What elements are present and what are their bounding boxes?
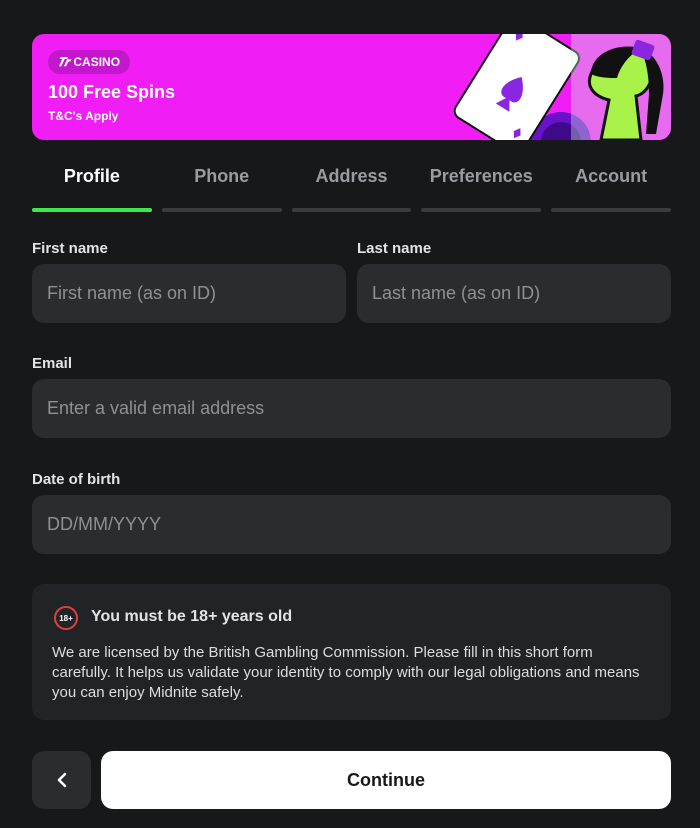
first-name-input[interactable] [32, 264, 346, 323]
casino-illustration [453, 34, 671, 140]
first-name-label: First name [32, 240, 108, 257]
promo-banner[interactable]: 𝑻𝒓 CASINO 100 Free Spins T&C's Apply [32, 34, 671, 140]
chevron-left-icon [57, 772, 66, 788]
notice-title: You must be 18+ years old [91, 608, 293, 625]
tab-indicator [421, 208, 542, 212]
banner-title: 100 Free Spins [48, 82, 176, 102]
continue-button[interactable]: Continue [101, 751, 671, 809]
age-restriction-icon: 18+ [54, 606, 78, 630]
step-tabs: Profile Phone Address Preferences Accoun… [32, 156, 671, 214]
banner-terms: T&C's Apply [48, 109, 119, 123]
age-notice: 18+ You must be 18+ years old We are lic… [32, 584, 671, 720]
tab-account[interactable]: Account [551, 156, 671, 214]
email-label: Email [32, 355, 73, 372]
tab-label: Account [575, 166, 648, 186]
badge-label: CASINO [73, 55, 121, 69]
tab-indicator [551, 208, 671, 212]
tab-phone[interactable]: Phone [161, 156, 282, 214]
tab-label: Address [315, 166, 388, 186]
tab-address[interactable]: Address [291, 156, 412, 214]
brand-logo-icon: 𝑻𝒓 [58, 54, 69, 69]
tab-label: Preferences [429, 166, 533, 186]
tab-indicator [32, 208, 152, 212]
tab-indicator [291, 208, 412, 212]
last-name-label: Last name [357, 240, 432, 257]
tab-indicator [161, 208, 282, 212]
back-button[interactable] [32, 751, 91, 809]
notice-body: We are licensed by the British Gambling … [52, 644, 640, 701]
email-input[interactable] [32, 379, 671, 438]
dob-input[interactable] [32, 495, 671, 554]
last-name-input[interactable] [357, 264, 671, 323]
casino-badge: 𝑻𝒓 CASINO [48, 50, 131, 74]
tab-preferences[interactable]: Preferences [421, 156, 542, 214]
tab-label: Phone [194, 166, 250, 186]
tab-profile[interactable]: Profile [32, 156, 152, 214]
dob-label: Date of birth [32, 471, 121, 488]
tab-label: Profile [63, 166, 120, 186]
